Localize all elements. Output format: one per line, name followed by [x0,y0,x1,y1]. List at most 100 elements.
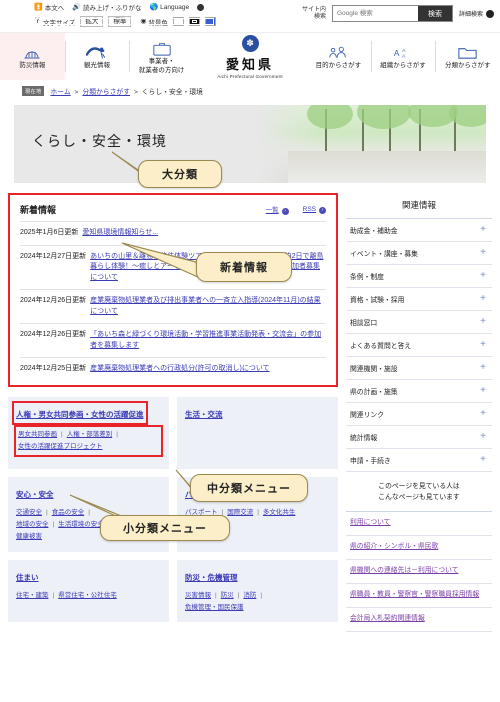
category-grid: 人権・男女共同参画・女性の活躍促進 男女共同参画 | 人権・部落差別 | 女性の活躍促… [8,396,338,623]
related-pages-note-line1: このページを見ている人は [378,483,460,490]
plus-icon: + [480,247,486,258]
gnav-item-soshiki[interactable]: AAA 組織からさがす [370,33,436,80]
global-navigation: 防災情報 観光情報 事業者・ 就業者の方向け ✽ 愛知県 Aichi Prefe… [0,32,500,80]
category-link[interactable]: 交通安全 [16,509,42,516]
category-link[interactable]: 人権・部落差別 [67,431,113,438]
related-page-row[interactable]: 県機関への連絡先は－利用について [346,560,492,585]
category-title-bousai[interactable]: 防災・危機管理 [185,572,238,583]
sidebar-item-soudan[interactable]: 相談窓口 + [346,311,492,334]
news-item[interactable]: 2024年12月25日更新 産業廃棄物処理業者への行政処分(許可の取消し)につい… [20,357,326,381]
sidebar-item-kikan[interactable]: 関連機関・施設 + [346,357,492,380]
gnav-item-kankou[interactable]: 観光情報 [64,33,130,80]
category-link[interactable]: 防災 [221,592,234,599]
sidebar-item-faq[interactable]: よくある質問と答え + [346,334,492,357]
category-link[interactable]: 災害情報 [185,592,211,599]
bgcolor-blue-swatch[interactable] [36,17,216,27]
detailed-search-link[interactable]: 詳細検索 [459,9,494,18]
sidebar-item-joseikin[interactable]: 助成金・補助金 + [346,219,492,242]
category-card-bousai: 防災・危機管理 災害情報 | 防災 | 消防 | 危機管理・国民保護 [177,559,338,623]
helmet-icon [23,42,41,60]
plus-icon: + [480,408,486,419]
language-arrow-icon[interactable] [197,3,205,11]
sidebar-item-keikaku[interactable]: 県の計画・施策 + [346,380,492,403]
search-input[interactable] [332,6,418,21]
related-page-row[interactable]: 会計局入札契約関連情報 [346,608,492,632]
sidebar-item-shinsei[interactable]: 申請・手続き + [346,449,492,472]
news-link[interactable]: 愛知県環境情報知らせ... [82,228,158,239]
related-page-row[interactable]: 利用について [346,512,492,537]
sidebar-item-jourei[interactable]: 条例・制度 + [346,265,492,288]
news-list-link[interactable]: 一覧 › [266,204,289,215]
search-button[interactable]: 検索 [417,6,452,21]
gnav-item-bousai[interactable]: 防災情報 [0,33,65,80]
callout-shobunrui: 小分類メニュー [100,515,230,541]
sidebar-item-event[interactable]: イベント・講座・募集 + [346,242,492,265]
gnav-label-mokuteki: 目的からさがす [315,62,362,70]
arrow-dot-icon: › [319,206,326,214]
category-card-sumai: 住まい 住宅・建築 | 県営住宅・公社住宅 [8,559,169,623]
sidebar-item-toukei[interactable]: 統計情報 + [346,426,492,449]
read-aloud-link[interactable]: 🔊 読み上げ・ふりがな [72,2,141,13]
category-card-jinken: 人権・男女共同参画・女性の活躍促進 男女共同参画 | 人権・部落差別 | 女性の活躍促… [8,396,169,469]
category-link[interactable]: 国際交流 [227,509,253,516]
gnav-item-jigyousha[interactable]: 事業者・ 就業者の方向け [129,33,194,80]
category-link[interactable]: 住宅・建築 [16,592,49,599]
svg-text:A: A [394,49,400,58]
news-link[interactable]: 産業廃棄物処理業者への行政処分(許可の取消し)について [90,364,269,375]
category-title-sumai[interactable]: 住まい [16,572,39,583]
category-link[interactable]: 地域の安全 [16,521,49,528]
gnav-item-bunrui[interactable]: 分類からさがす [435,33,500,80]
related-pages-note: このページを見ている人は こんなページも見ています [346,472,492,511]
related-page-link[interactable]: 県機関への連絡先は－利用について [350,567,459,574]
related-page-link[interactable]: 利用について [350,519,391,526]
category-link[interactable]: 女性の活躍促進プロジェクト [18,443,103,450]
category-links-seikatsu [185,427,330,461]
sidebar-item-label: 申請・手続き [350,458,391,465]
news-item[interactable]: 2025年1月6日更新 愛知県環境情報知らせ... [20,221,326,245]
page-hero: くらし・安全・環境 [14,105,486,183]
category-title-seikatsu[interactable]: 生活・交流 [185,409,223,420]
related-page-link[interactable]: 会計局入札契約関連情報 [350,615,425,622]
sidebar-item-link[interactable]: 関連リンク + [346,403,492,426]
plus-icon: + [480,431,486,442]
svg-text:A: A [402,54,406,60]
sidebar-title: 関連情報 [401,200,436,210]
site-brand[interactable]: ✽ 愛知県 Aichi Prefectural Government [194,33,306,80]
news-link[interactable]: 「あいち森と緑づくり環境活動・学習推進事業活動発表・交流会」の参加者を募集します [90,330,326,351]
category-links-jinken: 男女共同参画 | 人権・部落差別 | 女性の活躍促進プロジェクト [14,424,163,458]
sidebar-item-label: イベント・講座・募集 [350,251,418,258]
sidebar-item-shikaku[interactable]: 資格・試験・採用 + [346,288,492,311]
category-link[interactable]: 生活環境の安全 [58,521,104,528]
sidebar-item-label: 関連リンク [350,412,384,419]
breadcrumb-item-home[interactable]: ホーム [50,89,70,96]
category-title-anshin[interactable]: 安心・安全 [16,489,54,500]
breadcrumb-badge: 現在地 [22,86,45,96]
related-page-link[interactable]: 県職員・教員・警察官・警察職員採用情報 [350,591,479,598]
language-link[interactable]: 🌎 Language [149,4,189,11]
category-link[interactable]: 危機管理・国民保護 [185,604,244,611]
callout-chubunrui: 中分類メニュー [190,474,308,502]
category-link[interactable]: 健康被害 [16,533,42,540]
category-link[interactable]: 多文化共生 [263,509,296,516]
news-rss-link[interactable]: RSS › [303,206,326,214]
breadcrumb-item-bunrui[interactable]: 分類からさがす [82,89,130,96]
related-page-row[interactable]: 県職員・教員・警察官・警察職員採用情報 [346,584,492,608]
related-page-row[interactable]: 県の紹介・シンボル・県民歌 [346,536,492,561]
category-link[interactable]: 県営住宅・公社住宅 [58,592,117,599]
related-page-link[interactable]: 県の紹介・シンボル・県民歌 [350,543,438,550]
category-link[interactable]: 食品の安全 [52,509,85,516]
category-link[interactable]: 男女共同参画 [18,431,57,438]
page-title: くらし・安全・環境 [32,133,167,149]
skip-to-content-link[interactable]: ⏫ 本文へ [34,2,64,13]
accessibility-controls: Ｙ 文字サイズ 拡大 標準 ◉ 背景色 [34,16,216,28]
gnav-item-mokuteki[interactable]: 目的からさがす [306,33,371,80]
callout-daibunrui: 大分類 [138,160,222,188]
category-title-jinken[interactable]: 人権・男女共同参画・女性の活躍促進 [16,409,144,420]
sidebar: 関連情報 助成金・補助金 + イベント・講座・募集 + 条例・制度 + 資格・試… [346,193,492,632]
news-item[interactable]: 2024年12月26日更新 「あいち森と緑づくり環境活動・学習推進事業活動発表・… [20,323,326,357]
plus-icon: + [480,362,486,373]
related-pages-list: 利用について 県の紹介・シンボル・県民歌 県機関への連絡先は－利用について 県職… [346,511,492,632]
news-item[interactable]: 2024年12月26日更新 産業廃棄物処理業者及び排出事業者への一斉立入指導(2… [20,289,326,323]
category-link[interactable]: 消防 [243,592,256,599]
news-link[interactable]: 産業廃棄物処理業者及び排出事業者への一斉立入指導(2024年11月)の結果につい… [90,296,326,317]
